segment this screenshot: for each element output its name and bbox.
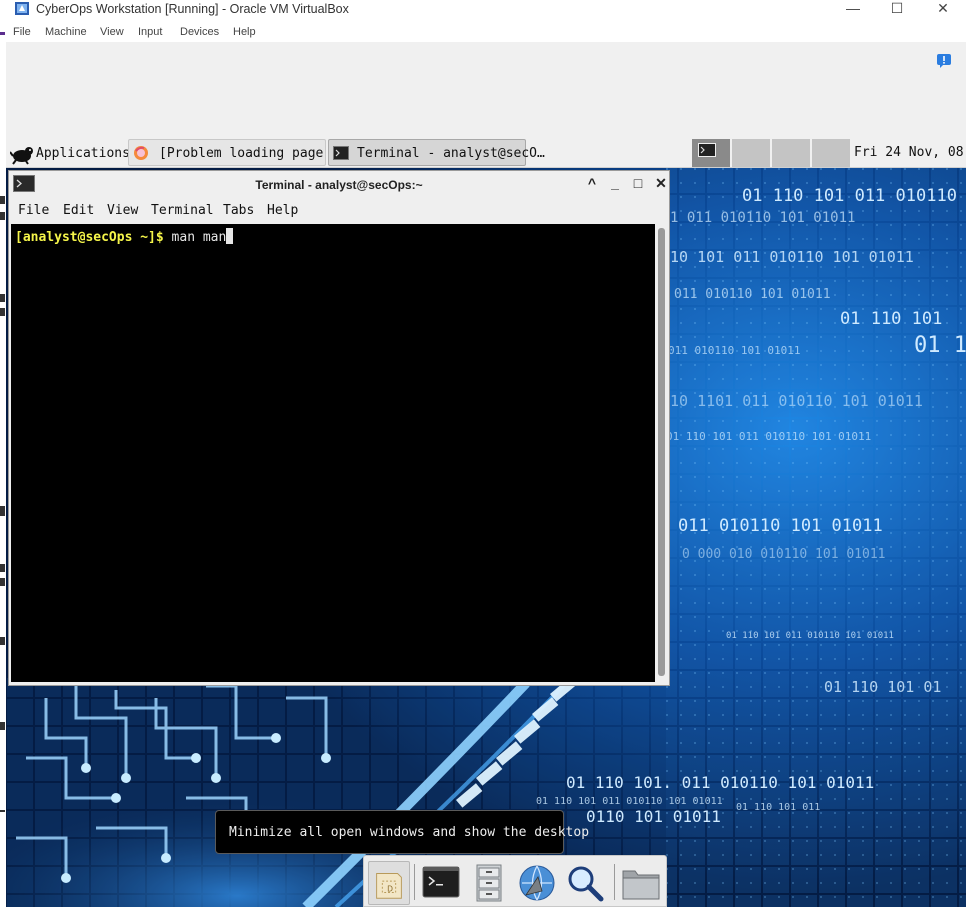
workspace-4[interactable] (812, 139, 850, 167)
terminal-menu-file[interactable]: File (18, 203, 49, 218)
terminal-menu-help[interactable]: Help (267, 203, 298, 218)
bottom-dock: D (363, 855, 667, 907)
guest-desktop: 01 110 101 011 010110 1 011 010110 101 0… (6, 138, 966, 907)
dock-separator (614, 864, 615, 900)
terminal-menu-tabs[interactable]: Tabs (223, 203, 254, 218)
terminal-menu-terminal[interactable]: Terminal (151, 203, 214, 218)
web-browser-icon[interactable] (516, 861, 558, 905)
host-menu-input[interactable]: Input (138, 26, 162, 38)
host-menu-devices[interactable]: Devices (180, 26, 219, 38)
dock-separator (414, 864, 415, 900)
terminal-scrollbar[interactable] (657, 224, 667, 682)
host-menubar: File Machine View Input Devices Help (0, 24, 966, 42)
xfce-mouse-icon (10, 147, 33, 165)
notification-icon[interactable] (936, 53, 952, 69)
terminal-titlebar[interactable]: Terminal - analyst@secOps:~ ^ _ □ ✕ (9, 171, 669, 197)
applications-menu-button[interactable]: Applications ⋮ (8, 140, 148, 166)
wallpaper-text: 01 110 101 011 010110 101 01011 (536, 796, 723, 807)
taskbar-item-terminal[interactable]: Terminal - analyst@secO… (328, 139, 545, 166)
firefox-icon (134, 146, 148, 160)
host-maximize-button[interactable]: ☐ (874, 0, 920, 18)
taskbar-item-label: Terminal - analyst@secO… (357, 146, 545, 161)
terminal-icon (333, 146, 349, 160)
tooltip-text: Minimize all open windows and show the d… (229, 825, 590, 840)
folder-icon[interactable] (620, 861, 662, 905)
wallpaper-text: 01 110 101 011 010110 (742, 186, 957, 206)
scrollbar-thumb[interactable] (658, 228, 665, 676)
terminal-menu-view[interactable]: View (107, 203, 138, 218)
terminal-maximize-button[interactable]: □ (629, 174, 647, 192)
typed-command: man man (163, 230, 227, 245)
wallpaper-text: 0 000 010 010110 101 01011 (682, 547, 886, 562)
wallpaper-text: 01 110 101 011 010110 101 01011 (726, 631, 894, 641)
host-titlebar: CyberOps Workstation [Running] - Oracle … (0, 0, 966, 20)
wallpaper-text: 0110 101 01011 (586, 807, 721, 826)
workspace-3[interactable] (772, 139, 810, 167)
command-line: [analyst@secOps ~]$ man man (15, 228, 234, 245)
wallpaper-text: 01 110 101 011 010110 101 01011 (666, 430, 871, 443)
terminal-title: Terminal - analyst@secOps:~ (255, 178, 423, 192)
wallpaper-text: 01 1 (914, 333, 966, 358)
tooltip: Minimize all open windows and show the d… (215, 810, 589, 854)
taskbar-item-label: [Problem loading page -… (159, 146, 347, 161)
host-menu-view[interactable]: View (100, 26, 124, 38)
wallpaper-text: 01 110 101. 011 010110 101 01011 (566, 773, 874, 792)
host-minimize-button[interactable]: — (830, 0, 876, 18)
terminal-menu-edit[interactable]: Edit (63, 203, 94, 218)
wallpaper-text: 1 011 010110 101 01011 (670, 210, 855, 226)
svg-text:D: D (387, 885, 393, 894)
terminal-minimize-button[interactable]: _ (606, 174, 624, 192)
host-window-title: CyberOps Workstation [Running] - Oracle … (36, 2, 349, 16)
host-menu-file[interactable]: File (13, 26, 31, 38)
shell-prompt: [analyst@secOps ~]$ (15, 230, 164, 245)
top-panel: Applications ⋮ [Problem loading page -… … (6, 138, 966, 168)
terminal-window: Terminal - analyst@secOps:~ ^ _ □ ✕ File… (8, 170, 670, 686)
workspace-switcher (692, 139, 850, 167)
taskbar-item-firefox[interactable]: [Problem loading page -… (128, 139, 347, 166)
terminal-output[interactable]: [analyst@secOps ~]$ man man (11, 224, 655, 682)
wallpaper-text: 01 110 101 (840, 309, 942, 329)
host-toolbar-area (6, 42, 966, 138)
panel-clock[interactable]: Fri 24 Nov, 08:1 (854, 145, 966, 160)
terminal-menubar: File Edit View Terminal Tabs Help (9, 198, 669, 223)
terminal-shade-button[interactable]: ^ (583, 174, 601, 192)
wallpaper-text: 01 110 101 011 (736, 802, 820, 813)
host-menu-machine[interactable]: Machine (45, 26, 87, 38)
host-close-button[interactable]: ✕ (920, 0, 966, 18)
workspace-2[interactable] (732, 139, 770, 167)
wallpaper-text: 10 101 011 010110 101 01011 (670, 248, 914, 266)
host-menu-help[interactable]: Help (233, 26, 256, 38)
wallpaper-text: 011 010110 101 01011 (674, 287, 831, 302)
terminal-icon[interactable] (420, 861, 462, 905)
wallpaper-text: 011 010110 101 01011 (668, 344, 800, 357)
virtualbox-icon (15, 2, 29, 15)
wallpaper-text: 10 1101 011 010110 101 01011 (670, 392, 923, 410)
wallpaper-text: 01 110 101 01 (824, 678, 941, 696)
workspace-1[interactable] (692, 139, 730, 167)
terminal-close-button[interactable]: ✕ (652, 174, 670, 192)
show-desktop-icon[interactable]: D (368, 861, 410, 905)
wallpaper-text: 011 010110 101 01011 (678, 516, 883, 536)
search-icon[interactable] (564, 861, 606, 905)
terminal-icon (698, 143, 716, 157)
file-cabinet-icon[interactable] (468, 861, 510, 905)
text-cursor (226, 228, 234, 244)
